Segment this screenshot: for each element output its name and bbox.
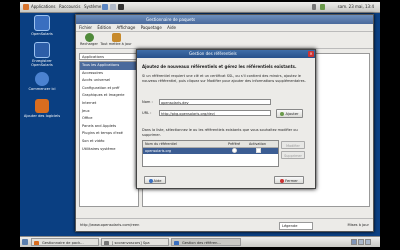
category-item[interactable]: Configuration et préf bbox=[80, 85, 138, 93]
workspace-2[interactable] bbox=[358, 239, 364, 245]
taskbar-item-screenshot[interactable]: [ scoranvoscors] Spa bbox=[101, 238, 169, 246]
name-label: Nom : bbox=[142, 100, 153, 104]
reload-label: Recharger bbox=[80, 42, 98, 46]
dialog-heading: Ajoutez de nouveaux référentiels et gére… bbox=[142, 64, 297, 69]
package-manager-icon bbox=[34, 240, 39, 245]
taskbar-item-package-manager[interactable]: Gestionnaire de pack... bbox=[31, 238, 99, 246]
help-button[interactable]: Aide bbox=[144, 176, 166, 184]
category-item[interactable]: Tous les Applications bbox=[80, 62, 138, 70]
menu-edit[interactable]: Édition bbox=[97, 25, 111, 30]
menu-view[interactable]: Affichage bbox=[116, 25, 135, 30]
add-button[interactable]: Ajouter bbox=[276, 109, 303, 118]
name-field[interactable]: opensolaris.dev bbox=[159, 99, 271, 105]
add-software-icon bbox=[35, 99, 49, 113]
category-item[interactable]: Accessoires bbox=[80, 70, 138, 78]
start-here-icon bbox=[35, 72, 49, 86]
distro-logo-icon[interactable] bbox=[23, 4, 29, 10]
repository-table: Nom du référentiel Préféré Activation op… bbox=[142, 140, 279, 167]
menubar: Fichier Édition Affichage Paquetage Aide bbox=[76, 24, 373, 32]
category-filter-select[interactable]: Applications bbox=[79, 53, 139, 60]
desktop-icon-label: Commencer ici bbox=[28, 87, 56, 91]
workspace-1[interactable] bbox=[351, 239, 357, 245]
help-label: Aide bbox=[153, 179, 162, 183]
category-item[interactable]: Son et vidéo bbox=[80, 138, 138, 146]
taskbar-label: Gestionnaire de pack... bbox=[42, 241, 84, 245]
legend-button[interactable]: Légende bbox=[279, 222, 313, 230]
add-label: Ajouter bbox=[285, 112, 299, 116]
table-header: Nom du référentiel Préféré Activation bbox=[143, 141, 278, 148]
delete-button[interactable]: Supprimer bbox=[281, 151, 305, 159]
clock[interactable]: sam. 23 mai, 13:4 bbox=[338, 4, 374, 9]
show-desktop-icon[interactable] bbox=[22, 239, 28, 245]
menu-package[interactable]: Paquetage bbox=[141, 25, 162, 30]
taskbar-label: [ scoranvoscors] Spa bbox=[112, 241, 150, 245]
category-item[interactable]: Panels and Applets bbox=[80, 123, 138, 131]
bottom-panel: Gestionnaire de pack... [ scoranvoscors]… bbox=[20, 236, 380, 247]
taskbar-label: Gestion des référen... bbox=[182, 241, 221, 245]
dialog-title[interactable]: Gestion des référentiels × bbox=[137, 50, 315, 58]
category-item[interactable]: Utilitaires système bbox=[80, 146, 138, 154]
desktop-icon-label: Ajouter des logiciels bbox=[23, 114, 61, 118]
volume-icon[interactable] bbox=[312, 4, 316, 10]
url-label: URL : bbox=[142, 111, 152, 115]
dialog-intro: Si un référentiel requiert une clé et un… bbox=[142, 74, 306, 83]
status-bar: http://www.opensolaris.com/reen Légende … bbox=[76, 218, 373, 231]
update-all-button[interactable]: Tout mettre à jour bbox=[100, 33, 132, 46]
reload-button[interactable]: Recharger bbox=[78, 33, 100, 46]
dialog-hint: Dans la liste, sélectionnez le ou les ré… bbox=[142, 128, 298, 137]
close-label: Fermer bbox=[285, 179, 298, 183]
repositories-icon bbox=[174, 240, 179, 245]
desktop-icon-opensolaris[interactable]: OpenSolaris bbox=[22, 15, 62, 36]
modify-button[interactable]: Modifier bbox=[281, 141, 305, 149]
browser-launcher-icon[interactable] bbox=[102, 4, 108, 10]
column-preferred[interactable]: Préféré bbox=[228, 141, 240, 147]
updates-status[interactable]: Mises à jour bbox=[348, 223, 370, 227]
mail-launcher-icon[interactable] bbox=[110, 4, 116, 10]
workspace-3[interactable] bbox=[365, 239, 371, 245]
places-menu[interactable]: Raccourcis bbox=[59, 4, 80, 9]
add-icon bbox=[280, 111, 285, 116]
taskbar-item-repositories[interactable]: Gestion des référen... bbox=[171, 238, 241, 246]
desktop-icon-register[interactable]: Enregistrer OpenSolaris bbox=[22, 42, 62, 67]
update-all-label: Tout mettre à jour bbox=[100, 42, 132, 46]
category-item[interactable]: Plugins et temps d'exé bbox=[80, 130, 138, 138]
category-list: Tous les Applications Accessoires Accès un… bbox=[79, 61, 139, 207]
register-icon bbox=[34, 42, 50, 58]
status-url: http://www.opensolaris.com/reen bbox=[80, 223, 140, 227]
url-field[interactable]: http://pkg.opensolaris.org/dev/ bbox=[159, 110, 271, 116]
menu-help[interactable]: Aide bbox=[167, 25, 176, 30]
system-menu[interactable]: Système bbox=[84, 4, 101, 9]
repository-manager-dialog: Gestion des référentiels × Ajoutez de no… bbox=[136, 49, 316, 189]
screenshot-icon bbox=[104, 240, 109, 245]
opensolaris-icon bbox=[34, 15, 50, 31]
category-item[interactable]: Accès universel bbox=[80, 77, 138, 85]
dialog-title-text: Gestion des référentiels bbox=[189, 51, 237, 56]
toolbar: Recharger Tout mettre à jour bbox=[76, 32, 373, 49]
desktop-icon-label: OpenSolaris bbox=[31, 32, 53, 36]
desktop-icon-start-here[interactable]: Commencer ici bbox=[22, 72, 62, 91]
close-icon[interactable]: × bbox=[308, 51, 314, 57]
desktop-icon-label: Enregistrer OpenSolaris bbox=[31, 59, 53, 68]
close-button-icon bbox=[280, 178, 285, 183]
top-panel: Applications Raccourcis Système sam. 23 … bbox=[20, 2, 380, 13]
repository-name: opensolaris.org bbox=[145, 149, 172, 153]
reload-icon bbox=[84, 33, 94, 42]
table-row[interactable]: opensolaris.org bbox=[143, 148, 278, 154]
update-all-icon bbox=[111, 33, 121, 42]
desktop-icon-add-software[interactable]: Ajouter des logiciels bbox=[22, 99, 62, 118]
category-item[interactable]: Internet bbox=[80, 100, 138, 108]
network-icon[interactable] bbox=[320, 4, 325, 10]
menu-file[interactable]: Fichier bbox=[79, 25, 92, 30]
column-enabled[interactable]: Activation bbox=[249, 141, 266, 147]
category-item[interactable]: Jeux bbox=[80, 108, 138, 116]
category-item[interactable]: Graphiques et Imagerie bbox=[80, 92, 138, 100]
terminal-launcher-icon[interactable] bbox=[118, 4, 124, 10]
column-name[interactable]: Nom du référentiel bbox=[145, 141, 177, 147]
window-title[interactable]: Gestionnaire de paquets bbox=[76, 15, 373, 24]
help-icon bbox=[148, 178, 153, 183]
category-item[interactable]: Office bbox=[80, 115, 138, 123]
desktop: Applications Raccourcis Système sam. 23 … bbox=[20, 2, 380, 247]
close-button[interactable]: Fermer bbox=[274, 176, 304, 184]
applications-menu[interactable]: Applications bbox=[31, 4, 55, 9]
